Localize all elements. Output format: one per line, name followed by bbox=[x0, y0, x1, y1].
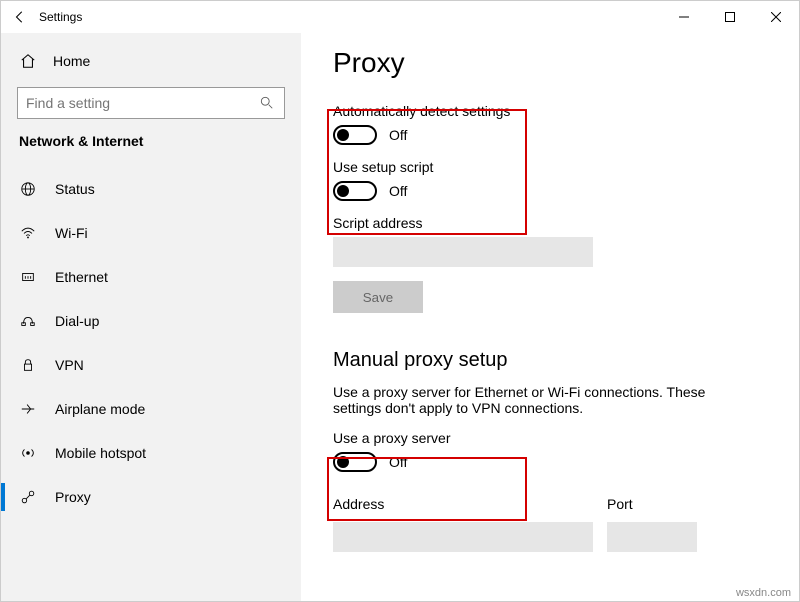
maximize-button[interactable] bbox=[707, 1, 753, 33]
auto-detect-label: Automatically detect settings bbox=[333, 103, 773, 119]
vpn-icon bbox=[19, 356, 37, 374]
airplane-icon bbox=[19, 400, 37, 418]
minimize-button[interactable] bbox=[661, 1, 707, 33]
sidebar-item-proxy[interactable]: Proxy bbox=[1, 475, 301, 519]
use-proxy-state: Off bbox=[389, 454, 407, 470]
sidebar-item-label: Status bbox=[55, 181, 95, 197]
sidebar-item-label: Wi-Fi bbox=[55, 225, 88, 241]
titlebar: Settings bbox=[1, 1, 799, 33]
port-label: Port bbox=[607, 496, 697, 512]
auto-detect-state: Off bbox=[389, 127, 407, 143]
setup-script-toggle[interactable] bbox=[333, 181, 377, 201]
search-input[interactable] bbox=[17, 87, 285, 119]
address-label: Address bbox=[333, 496, 593, 512]
sidebar-item-wifi[interactable]: Wi-Fi bbox=[1, 211, 301, 255]
manual-setup-description: Use a proxy server for Ethernet or Wi-Fi… bbox=[333, 384, 743, 416]
close-button[interactable] bbox=[753, 1, 799, 33]
back-arrow-icon[interactable] bbox=[11, 8, 29, 26]
dialup-icon bbox=[19, 312, 37, 330]
auto-detect-toggle[interactable] bbox=[333, 125, 377, 145]
wifi-icon bbox=[19, 224, 37, 242]
content-area: Proxy Automatically detect settings Off … bbox=[301, 33, 799, 601]
home-link[interactable]: Home bbox=[1, 41, 301, 81]
sidebar-item-hotspot[interactable]: Mobile hotspot bbox=[1, 431, 301, 475]
ethernet-icon bbox=[19, 268, 37, 286]
setup-script-state: Off bbox=[389, 183, 407, 199]
search-icon bbox=[258, 94, 276, 112]
port-input[interactable] bbox=[607, 522, 697, 552]
sidebar-item-label: Ethernet bbox=[55, 269, 108, 285]
sidebar-item-label: Airplane mode bbox=[55, 401, 145, 417]
use-proxy-label: Use a proxy server bbox=[333, 430, 773, 446]
globe-icon bbox=[19, 180, 37, 198]
window-title: Settings bbox=[39, 10, 82, 24]
page-title: Proxy bbox=[333, 47, 773, 79]
sidebar-item-vpn[interactable]: VPN bbox=[1, 343, 301, 387]
script-address-label: Script address bbox=[333, 215, 773, 231]
sidebar-item-label: Mobile hotspot bbox=[55, 445, 146, 461]
use-proxy-toggle[interactable] bbox=[333, 452, 377, 472]
sidebar-item-label: VPN bbox=[55, 357, 84, 373]
sidebar: Home Network & Internet Status Wi-Fi Eth… bbox=[1, 33, 301, 601]
home-icon bbox=[19, 52, 37, 70]
sidebar-item-label: Dial-up bbox=[55, 313, 99, 329]
hotspot-icon bbox=[19, 444, 37, 462]
manual-setup-heading: Manual proxy setup bbox=[333, 349, 773, 372]
sidebar-item-label: Proxy bbox=[55, 489, 91, 505]
sidebar-item-ethernet[interactable]: Ethernet bbox=[1, 255, 301, 299]
sidebar-item-airplane[interactable]: Airplane mode bbox=[1, 387, 301, 431]
sidebar-item-dialup[interactable]: Dial-up bbox=[1, 299, 301, 343]
section-title: Network & Internet bbox=[1, 133, 301, 149]
home-label: Home bbox=[53, 53, 90, 69]
sidebar-item-status[interactable]: Status bbox=[1, 167, 301, 211]
address-input[interactable] bbox=[333, 522, 593, 552]
script-address-input[interactable] bbox=[333, 237, 593, 267]
save-button[interactable]: Save bbox=[333, 281, 423, 313]
setup-script-label: Use setup script bbox=[333, 159, 773, 175]
watermark: wsxdn.com bbox=[736, 587, 791, 599]
proxy-icon bbox=[19, 488, 37, 506]
